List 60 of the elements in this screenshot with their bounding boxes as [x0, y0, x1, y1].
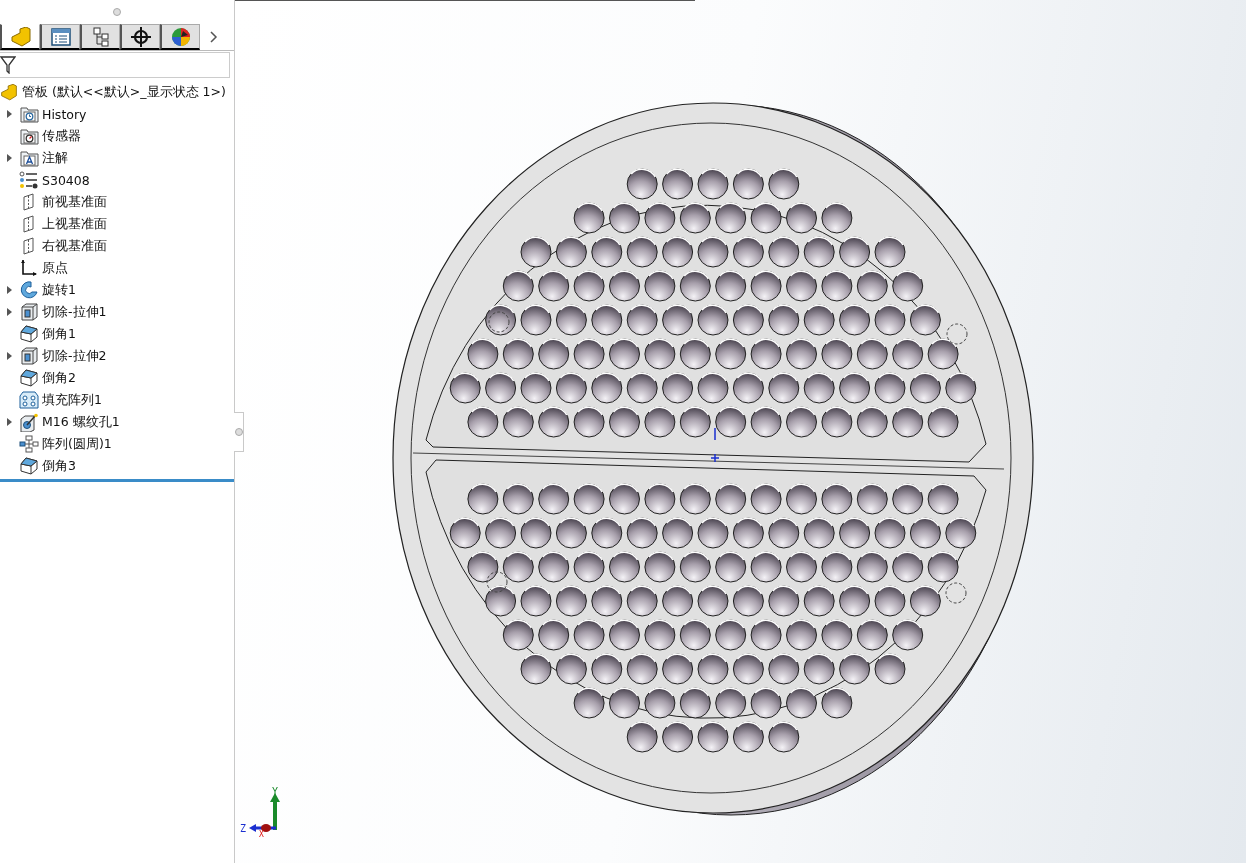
- cut-block-icon: [20, 303, 38, 321]
- chevron-right-icon[interactable]: [210, 31, 218, 43]
- expand-arrow-icon[interactable]: [6, 352, 12, 360]
- tree-item-label[interactable]: 传感器: [42, 127, 81, 145]
- y-axis-label: Y: [272, 786, 279, 797]
- hole-wizard-icon: [19, 412, 39, 432]
- tree-item-label[interactable]: 上视基准面: [42, 215, 107, 233]
- fill-pattern-icon: [19, 391, 39, 409]
- tree-item-label[interactable]: 倒角1: [42, 325, 76, 343]
- panel-tab[interactable]: [120, 24, 160, 50]
- origin-axes-icon: [20, 259, 38, 277]
- tree-item-label[interactable]: 倒角3: [42, 457, 76, 475]
- chamfer-block-icon: [19, 325, 39, 343]
- expand-arrow-icon[interactable]: [6, 308, 12, 316]
- tree-root-label[interactable]: 管板 (默认<<默认>_显示状态 1>): [22, 83, 226, 101]
- panel-tab[interactable]: [40, 24, 80, 50]
- material-list-icon: [19, 171, 39, 189]
- tree-item-label[interactable]: 注解: [42, 149, 68, 167]
- expand-arrow-icon[interactable]: [6, 154, 12, 162]
- z-axis-label: Z: [240, 823, 247, 834]
- tree-item-label[interactable]: M16 螺纹孔1: [42, 413, 120, 431]
- tree-item-label[interactable]: 切除-拉伸1: [42, 303, 107, 321]
- plane-icon: [22, 193, 36, 211]
- color-wheel-icon: [170, 26, 191, 47]
- x-axis-label: X: [259, 830, 264, 838]
- panel-tab[interactable]: [80, 24, 120, 50]
- tree-item-label[interactable]: 切除-拉伸2: [42, 347, 107, 365]
- cut-block-icon: [20, 347, 38, 365]
- revolve-icon: [19, 280, 39, 300]
- chamfer-block-icon: [19, 369, 39, 387]
- plane-icon: [22, 237, 36, 255]
- expand-arrow-icon[interactable]: [6, 418, 12, 426]
- tree-item-label[interactable]: History: [42, 106, 87, 122]
- crosshair-icon: [130, 26, 151, 47]
- axis-triad-drawing: [249, 793, 280, 832]
- tree-item-label[interactable]: 右视基准面: [42, 237, 107, 255]
- tree-item-label[interactable]: 填充阵列1: [42, 391, 102, 409]
- tree-item-label[interactable]: 原点: [42, 259, 68, 277]
- list-icon: [50, 27, 71, 46]
- plane-icon: [22, 215, 36, 233]
- part-icon: [0, 83, 18, 101]
- tree-item-label[interactable]: 阵列(圆周)1: [42, 435, 112, 453]
- folder-gauge-icon: [19, 127, 39, 145]
- graphics-viewport[interactable]: Y Z X: [235, 0, 1246, 863]
- tree-item-label[interactable]: 旋转1: [42, 281, 76, 299]
- expand-arrow-icon[interactable]: [6, 286, 12, 294]
- filter-icon[interactable]: [0, 56, 16, 74]
- expand-arrow-icon[interactable]: [6, 110, 12, 118]
- folder-letter-icon: [19, 149, 39, 167]
- chamfer-block-icon: [19, 457, 39, 475]
- tree-item-label[interactable]: 倒角2: [42, 369, 76, 387]
- tree-item-label[interactable]: S30408: [42, 172, 90, 188]
- folder-clock-icon: [19, 105, 39, 123]
- panel-grip[interactable]: [113, 8, 121, 16]
- tree-item-label[interactable]: 前视基准面: [42, 193, 107, 211]
- panel-tab[interactable]: [160, 24, 200, 50]
- tree-structure-icon: [91, 26, 110, 47]
- part-icon: [9, 26, 32, 47]
- tube-sheet-drawing[interactable]: [392, 102, 1034, 816]
- circular-pattern-icon: [19, 435, 39, 453]
